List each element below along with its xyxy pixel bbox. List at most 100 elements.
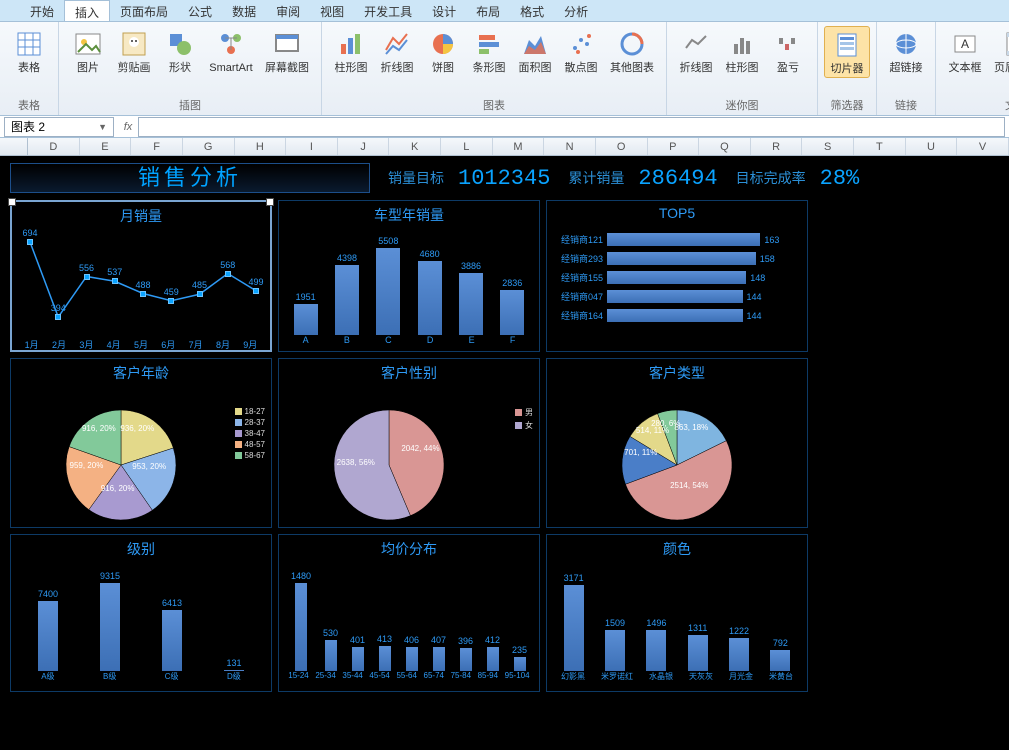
column-header[interactable]: Q	[699, 138, 751, 155]
column-header[interactable]: V	[957, 138, 1009, 155]
column-header[interactable]: U	[906, 138, 958, 155]
tab-start[interactable]: 开始	[20, 0, 64, 21]
chart-price[interactable]: 均价分布148053040141340640739641223515-2425-…	[278, 534, 540, 692]
chart-color[interactable]: 颜色31711509149613111222792幻影黑米罗诺红水晶银天灰灰月光…	[546, 534, 808, 692]
x-tick: B	[344, 335, 350, 345]
kpi-cumulative-value: 286494	[638, 166, 717, 191]
select-all-triangle[interactable]	[0, 138, 28, 155]
data-label: 158	[760, 254, 775, 264]
tab-formulas[interactable]: 公式	[178, 0, 222, 21]
column-header[interactable]: T	[854, 138, 906, 155]
category-label: 经销商047	[551, 290, 603, 303]
ribbon-textbox-button[interactable]: A文本框	[942, 26, 988, 76]
chart-title: 均价分布	[279, 535, 539, 561]
data-label: 1222	[729, 626, 749, 636]
column-header[interactable]: I	[286, 138, 338, 155]
chevron-down-icon[interactable]: ▼	[98, 122, 107, 132]
tab-page-layout[interactable]: 页面布局	[110, 0, 178, 21]
x-tick: 45-54	[369, 671, 389, 680]
bar	[406, 647, 418, 671]
data-point	[112, 278, 118, 284]
tab-data[interactable]: 数据	[222, 0, 266, 21]
data-label: 6413	[162, 598, 182, 608]
column-header[interactable]: L	[441, 138, 493, 155]
bar	[376, 248, 400, 335]
legend-item: 48-57	[235, 440, 265, 449]
tab-review[interactable]: 审阅	[266, 0, 310, 21]
ribbon-scatter-chart-button[interactable]: 散点图	[558, 26, 604, 76]
tab-format[interactable]: 格式	[510, 0, 554, 21]
data-label: 499	[248, 277, 263, 287]
chart-model[interactable]: 车型年销量195143985508468038862836ABCDEF	[278, 200, 540, 352]
ribbon-column-chart-button[interactable]: 柱形图	[328, 26, 374, 76]
bar	[607, 233, 760, 246]
picture-icon	[72, 28, 104, 60]
tab-analyze[interactable]: 分析	[554, 0, 598, 21]
line-chart-icon	[381, 28, 413, 60]
column-header[interactable]: R	[751, 138, 803, 155]
column-header[interactable]: F	[131, 138, 183, 155]
ribbon-spark-winloss-button[interactable]: 盈亏	[765, 26, 811, 76]
column-header[interactable]: K	[389, 138, 441, 155]
data-point	[27, 239, 33, 245]
chart-level[interactable]: 级别740093156413131A级B级C级D级	[10, 534, 272, 692]
ribbon-slicer-button[interactable]: 切片器	[824, 26, 870, 78]
ribbon-group-文本: A文本框页眉和页脚A艺术字文本	[936, 22, 1009, 115]
table-icon	[13, 28, 45, 60]
ribbon-pie-chart-button[interactable]: 饼图	[420, 26, 466, 76]
tab-insert[interactable]: 插入	[64, 0, 110, 21]
fx-icon[interactable]: fx	[118, 121, 138, 133]
column-header[interactable]: G	[183, 138, 235, 155]
data-label: 2836	[502, 278, 522, 288]
chart-monthly[interactable]: 月销量6943945565374884594855684991月2月3月4月5月…	[10, 200, 272, 352]
formula-input[interactable]	[138, 117, 1005, 137]
chart-top5[interactable]: TOP5经销商121163经销商293158经销商155148经销商047144…	[546, 200, 808, 352]
tab-dev[interactable]: 开发工具	[354, 0, 422, 21]
ribbon-spark-col-button[interactable]: 柱形图	[719, 26, 765, 76]
chart-title: 颜色	[547, 535, 807, 561]
column-header[interactable]: P	[648, 138, 700, 155]
x-tick: B级	[103, 671, 116, 682]
legend-item: 38-47	[235, 429, 265, 438]
column-header[interactable]: H	[235, 138, 287, 155]
column-header[interactable]: D	[28, 138, 80, 155]
column-header[interactable]: J	[338, 138, 390, 155]
dashboard-title: 销售分析	[10, 163, 370, 193]
legend-item: 18-27	[235, 407, 265, 416]
ribbon-spark-line-button[interactable]: 折线图	[673, 26, 719, 76]
data-label: 1496	[646, 618, 666, 628]
column-header[interactable]: E	[80, 138, 132, 155]
hbar-row: 经销商164144	[551, 309, 797, 322]
data-label: 556	[79, 263, 94, 273]
legend-item: 女	[515, 420, 533, 431]
chart-gender[interactable]: 客户性别2042, 44%2638, 56%男女	[278, 358, 540, 528]
ribbon-other-chart-button[interactable]: 其他图表	[604, 26, 660, 76]
ribbon-hyperlink-button[interactable]: 超链接	[883, 26, 929, 76]
ribbon-shapes-button[interactable]: 形状	[157, 26, 203, 76]
ribbon-header-footer-button[interactable]: 页眉和页脚	[988, 26, 1009, 88]
ribbon-clipart-button[interactable]: 剪贴画	[111, 26, 157, 76]
chart-age[interactable]: 客户年龄936, 20%953, 20%916, 20%959, 20%916,…	[10, 358, 272, 528]
column-header[interactable]: O	[596, 138, 648, 155]
tab-design[interactable]: 设计	[422, 0, 466, 21]
ribbon-screenshot-button[interactable]: 屏幕截图	[259, 26, 315, 76]
tab-layout[interactable]: 布局	[466, 0, 510, 21]
ribbon-smartart-button[interactable]: SmartArt	[203, 26, 259, 76]
ribbon-table-button[interactable]: 表格	[6, 26, 52, 76]
kpi-target-value: 1012345	[458, 166, 550, 191]
ribbon-group-label: 图表	[483, 97, 505, 113]
data-label: 148	[750, 273, 765, 283]
tab-view[interactable]: 视图	[310, 0, 354, 21]
column-header[interactable]: S	[802, 138, 854, 155]
slice-label: 916, 20%	[82, 424, 116, 433]
name-box[interactable]: 图表 2 ▼	[4, 117, 114, 137]
chart-type[interactable]: 客户类型863, 18%2514, 54%701, 11%514, 11%280…	[546, 358, 808, 528]
column-header[interactable]: N	[544, 138, 596, 155]
ribbon-picture-button[interactable]: 图片	[65, 26, 111, 76]
ribbon-area-chart-button[interactable]: 面积图	[512, 26, 558, 76]
slice-label: 2514, 54%	[670, 481, 708, 490]
data-point	[140, 291, 146, 297]
ribbon-line-chart-button[interactable]: 折线图	[374, 26, 420, 76]
column-header[interactable]: M	[493, 138, 545, 155]
ribbon-bar-chart-button[interactable]: 条形图	[466, 26, 512, 76]
